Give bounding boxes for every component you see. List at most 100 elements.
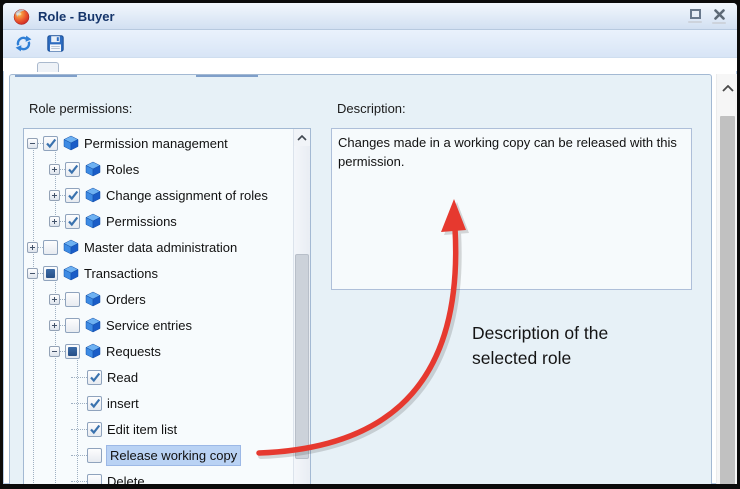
- screenshot-frame: Role - Buyer: [0, 0, 740, 489]
- tree-item-permission-management[interactable]: Permission management: [27, 130, 293, 156]
- tree-item-label: Edit item list: [107, 422, 177, 437]
- tree-item-orders[interactable]: Orders: [49, 286, 293, 312]
- checked-checkbox[interactable]: [43, 136, 58, 151]
- checked-checkbox[interactable]: [65, 214, 80, 229]
- unchecked-checkbox[interactable]: [65, 292, 80, 307]
- tree-item-label: Master data administration: [84, 240, 237, 255]
- permission-cube-icon: [63, 135, 79, 151]
- checked-checkbox[interactable]: [87, 422, 102, 437]
- unchecked-checkbox[interactable]: [65, 318, 80, 333]
- content-panel: Role permissions: Description: Permissio…: [9, 74, 712, 484]
- button-underline: [712, 22, 726, 24]
- tree-item-service-entries[interactable]: Service entries: [49, 312, 293, 338]
- tree-item-release-working-copy[interactable]: Release working copy: [71, 442, 293, 468]
- close-icon: [714, 9, 725, 20]
- tree-connector-stub: [71, 403, 87, 404]
- checked-checkbox[interactable]: [65, 188, 80, 203]
- partial-checkbox[interactable]: [43, 266, 58, 281]
- save-button[interactable]: [45, 33, 66, 54]
- permission-cube-icon: [85, 187, 101, 203]
- tree-expander-plus[interactable]: [49, 294, 60, 305]
- tree-scroll-up-button[interactable]: [294, 129, 310, 146]
- tree-item-master-data-administration[interactable]: Master data administration: [27, 234, 293, 260]
- tree-connector-stub: [71, 377, 87, 378]
- tree-panel-label: Role permissions:: [29, 101, 132, 116]
- title-bar: Role - Buyer: [3, 3, 737, 30]
- tree-expander-plus[interactable]: [27, 242, 38, 253]
- tree-item-change-assignment-of-roles[interactable]: Change assignment of roles: [49, 182, 293, 208]
- tree-rows: Permission management Roles Change assignm…: [24, 129, 293, 484]
- permission-cube-icon: [85, 317, 101, 333]
- tree-item-insert[interactable]: insert: [71, 390, 293, 416]
- page-scrollbar[interactable]: [716, 74, 737, 484]
- role-permissions-tree: Permission management Roles Change assignm…: [23, 128, 311, 484]
- checked-checkbox[interactable]: [87, 396, 102, 411]
- tree-scrollbar[interactable]: [293, 129, 310, 484]
- tree-item-permissions[interactable]: Permissions: [49, 208, 293, 234]
- unchecked-checkbox[interactable]: [87, 448, 102, 463]
- restore-icon: [690, 9, 701, 19]
- tree-item-label: Permission management: [84, 136, 228, 151]
- chevron-up-icon: [297, 135, 307, 141]
- tree-item-delete[interactable]: Delete: [71, 468, 293, 484]
- spacer-strip: [3, 58, 737, 71]
- tree-connector-stub: [71, 481, 87, 482]
- window-title: Role - Buyer: [38, 9, 683, 24]
- role-dialog: Role - Buyer: [3, 3, 737, 484]
- annotation-text: Description of the selected role: [472, 321, 608, 371]
- refresh-button[interactable]: [13, 33, 34, 54]
- partial-check-mark: [68, 347, 77, 356]
- refresh-icon: [15, 35, 32, 52]
- partial-checkbox[interactable]: [65, 344, 80, 359]
- tree-item-label: Transactions: [84, 266, 158, 281]
- description-field[interactable]: Changes made in a working copy can be re…: [331, 128, 692, 290]
- tree-connector-line: [33, 143, 34, 484]
- button-underline: [688, 21, 702, 23]
- close-button[interactable]: [707, 4, 731, 28]
- tree-item-roles[interactable]: Roles: [49, 156, 293, 182]
- tree-item-edit-item-list[interactable]: Edit item list: [71, 416, 293, 442]
- page-scroll-thumb[interactable]: [720, 116, 735, 484]
- permission-cube-icon: [63, 239, 79, 255]
- tab-remnant: [196, 75, 258, 77]
- permission-cube-icon: [85, 161, 101, 177]
- tree-expander-plus[interactable]: [49, 320, 60, 331]
- permission-cube-icon: [85, 291, 101, 307]
- tree-item-label: Roles: [106, 162, 139, 177]
- tree-expander-plus[interactable]: [49, 164, 60, 175]
- tree-item-label: Read: [107, 370, 138, 385]
- tree-connector-stub: [71, 455, 87, 456]
- permission-cube-icon: [63, 265, 79, 281]
- tree-expander-minus[interactable]: [27, 268, 38, 279]
- tree-scroll-thumb[interactable]: [295, 254, 309, 459]
- tree-item-label: Change assignment of roles: [106, 188, 268, 203]
- app-logo-icon: [13, 8, 30, 25]
- tree-expander-plus[interactable]: [49, 190, 60, 201]
- unchecked-checkbox[interactable]: [43, 240, 58, 255]
- partial-check-mark: [46, 269, 55, 278]
- checked-checkbox[interactable]: [65, 162, 80, 177]
- checked-checkbox[interactable]: [87, 370, 102, 385]
- tree-expander-minus[interactable]: [27, 138, 38, 149]
- restore-button[interactable]: [683, 4, 707, 28]
- unchecked-checkbox[interactable]: [87, 474, 102, 485]
- tree-item-label: Delete: [107, 474, 145, 485]
- tree-expander-plus[interactable]: [49, 216, 60, 227]
- tree-item-read[interactable]: Read: [71, 364, 293, 390]
- tree-item-label: Requests: [106, 344, 161, 359]
- tree-expander-minus[interactable]: [49, 346, 60, 357]
- tree-item-label: Release working copy: [107, 446, 240, 465]
- tree-item-label: Service entries: [106, 318, 192, 333]
- page-scroll-up-button[interactable]: [717, 76, 737, 100]
- tree-item-label: Orders: [106, 292, 146, 307]
- tree-item-label: insert: [107, 396, 139, 411]
- description-label: Description:: [337, 101, 406, 116]
- toolbar: [3, 30, 737, 58]
- save-icon: [47, 35, 64, 52]
- tree-item-label: Permissions: [106, 214, 177, 229]
- tree-connector-stub: [71, 429, 87, 430]
- tree-item-transactions[interactable]: Transactions: [27, 260, 293, 286]
- chevron-up-icon: [722, 85, 734, 92]
- tree-item-requests[interactable]: Requests: [49, 338, 293, 364]
- cut-off-tab-fragment: [37, 62, 59, 72]
